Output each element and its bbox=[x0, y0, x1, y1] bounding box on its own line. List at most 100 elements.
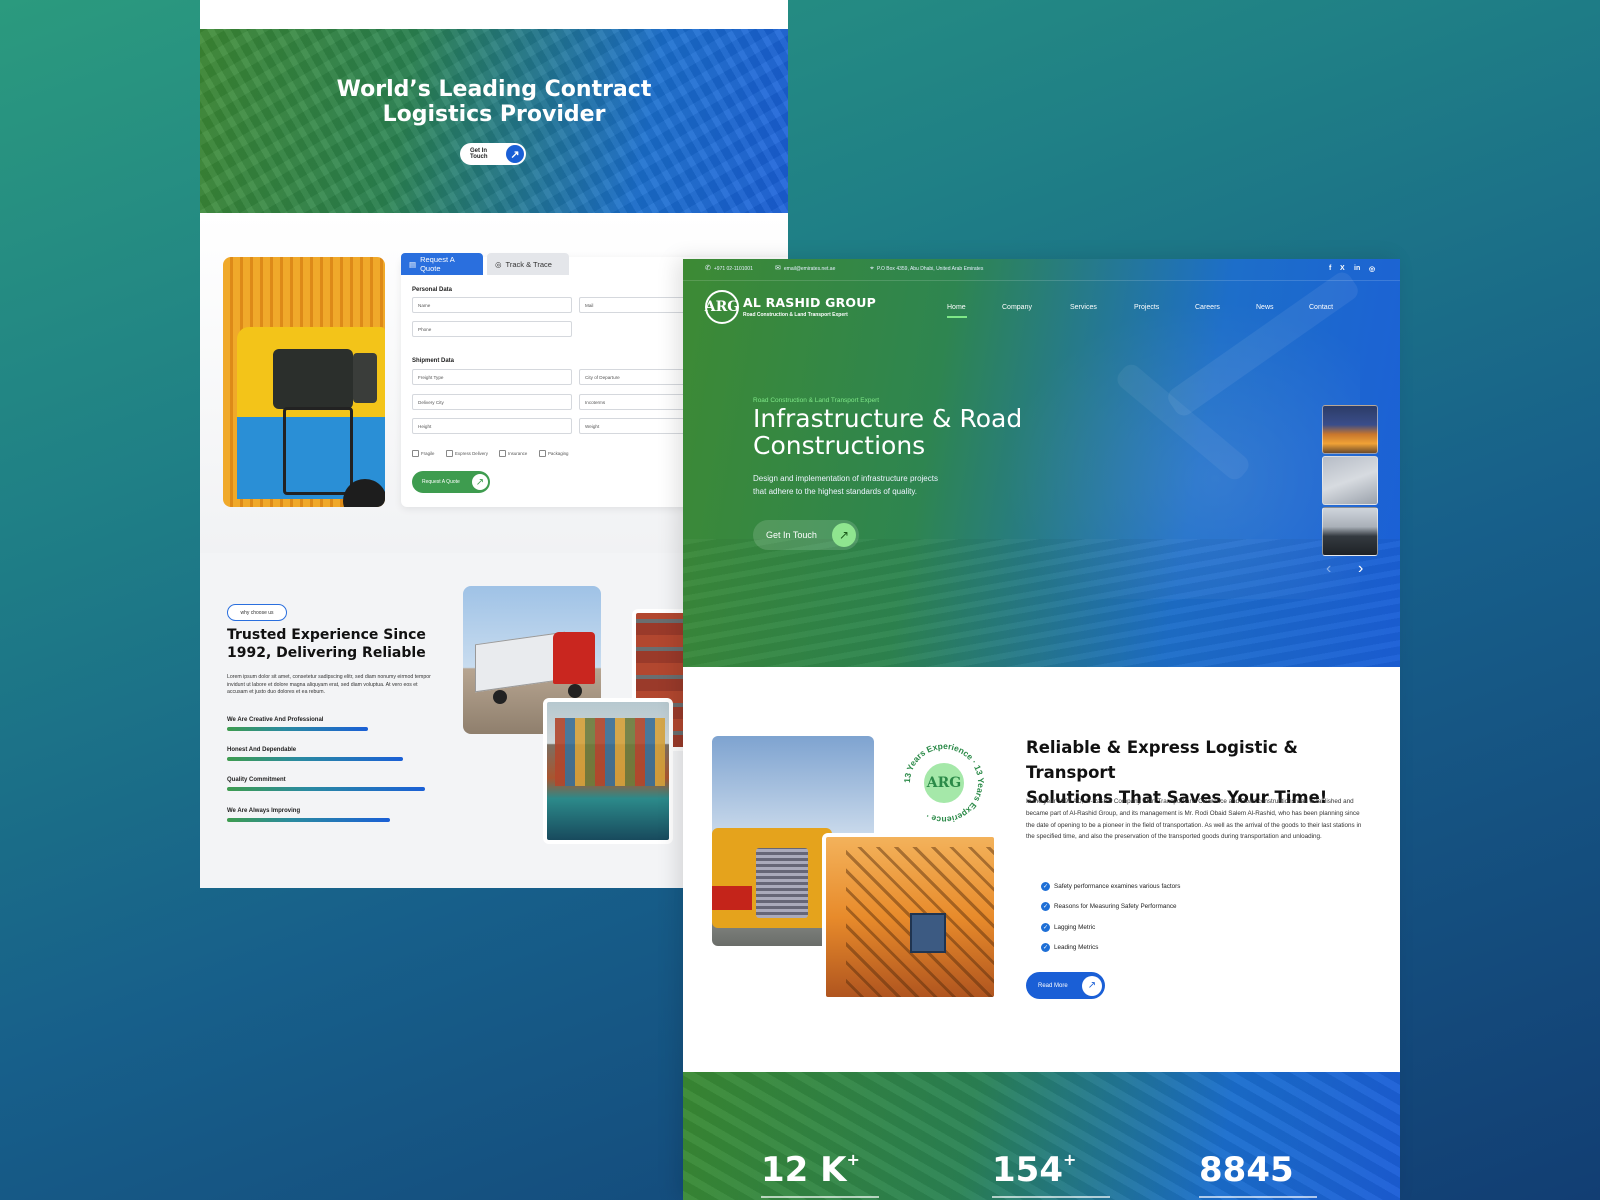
skill-progress-bar bbox=[227, 727, 368, 731]
stat-suffix: + bbox=[846, 1150, 860, 1169]
checklist-text: Safety performance examines various fact… bbox=[1054, 883, 1181, 890]
packaging-label: Packaging bbox=[548, 451, 569, 456]
yellow-truck-photo bbox=[223, 257, 385, 507]
linkedin-icon[interactable]: in bbox=[1354, 265, 1360, 272]
active-nav-indicator bbox=[947, 316, 967, 318]
get-in-touch-label: Get In Touch bbox=[766, 530, 817, 540]
nav-home[interactable]: Home bbox=[947, 304, 966, 311]
experience-badge: 13 Years Experience · 13 Years Experienc… bbox=[902, 741, 986, 825]
facebook-icon[interactable]: f bbox=[1329, 265, 1331, 272]
checkbox-icon bbox=[539, 450, 546, 457]
nav-contact[interactable]: Contact bbox=[1309, 304, 1333, 311]
tab-track-trace[interactable]: ◎ Track & Trace bbox=[487, 253, 569, 275]
height-field[interactable]: Height bbox=[412, 418, 572, 434]
skill-progress-bar bbox=[227, 787, 425, 791]
freight-type-field[interactable]: Freight Type bbox=[412, 369, 572, 385]
delivery-city-field[interactable]: Delivery City bbox=[412, 394, 572, 410]
why-choose-badge: why choose us bbox=[227, 604, 287, 621]
arrow-up-right-icon: ↗ bbox=[1082, 975, 1102, 996]
logo-tagline: Road Construction & Land Transport Exper… bbox=[743, 312, 848, 318]
instagram-icon[interactable]: ◎ bbox=[1369, 265, 1375, 273]
stat-divider bbox=[1199, 1196, 1317, 1198]
hero-subtitle: Road Construction & Land Transport Exper… bbox=[753, 397, 880, 404]
hero-title: Infrastructure & Road Constructions bbox=[753, 404, 1023, 460]
phone-text: +971 02-1101001 bbox=[713, 266, 753, 272]
slide-thumbnail-crane[interactable] bbox=[1322, 456, 1378, 505]
skill-progress-bar bbox=[227, 818, 390, 822]
read-more-button[interactable]: Read More ↗ bbox=[1026, 972, 1105, 999]
chevron-left-icon[interactable]: ‹ bbox=[1326, 560, 1331, 578]
target-icon: ◎ bbox=[495, 259, 502, 269]
email-text: email@emirates.net.ae bbox=[783, 266, 836, 272]
checklist-text: Lagging Metric bbox=[1054, 924, 1096, 931]
personal-data-heading: Personal Data bbox=[412, 287, 453, 293]
address-text: P.O Box 4359, Abu Dhabi, United Arab Emi… bbox=[876, 266, 984, 272]
checkbox-icon bbox=[412, 450, 419, 457]
hero-description: Design and implementation of infrastruct… bbox=[753, 474, 938, 496]
nav-company[interactable]: Company bbox=[1002, 304, 1032, 311]
why-choose-body: Lorem ipsum dolor sit amet, consetetur s… bbox=[227, 674, 431, 695]
checklist-item: ✓ Reasons for Measuring Safety Performan… bbox=[1041, 902, 1177, 911]
nav-projects[interactable]: Projects bbox=[1134, 304, 1159, 311]
fragile-label: Fragile bbox=[421, 451, 435, 456]
checklist-item: ✓ Leading Metrics bbox=[1041, 943, 1098, 952]
cargo-ship-photo bbox=[543, 698, 673, 844]
read-more-label: Read More bbox=[1038, 982, 1068, 989]
get-in-touch-button[interactable]: Get In Touch ↗ bbox=[753, 520, 859, 550]
arrow-up-right-icon: ↗ bbox=[832, 523, 856, 547]
front-page-preview: ✆ +971 02-1101001 ✉ email@emirates.net.a… bbox=[683, 259, 1400, 1200]
checkbox-icon bbox=[499, 450, 506, 457]
stat-suffix: + bbox=[1062, 1150, 1077, 1169]
checklist-item: ✓ Safety performance examines various fa… bbox=[1041, 882, 1180, 891]
phone-contact[interactable]: ✆ +971 02-1101001 bbox=[705, 265, 753, 272]
tab-request-quote-label: Request A Quote bbox=[420, 255, 455, 273]
front-hero-banner: ✆ +971 02-1101001 ✉ email@emirates.net.a… bbox=[683, 259, 1400, 667]
slide-thumbnail-excavator[interactable] bbox=[1322, 405, 1378, 454]
express-delivery-checkbox[interactable]: Express Delivery bbox=[446, 450, 488, 457]
tab-request-quote[interactable]: ▤ Request A Quote bbox=[401, 253, 483, 275]
name-field[interactable]: Name bbox=[412, 297, 572, 313]
checklist-item: ✓ Lagging Metric bbox=[1041, 923, 1095, 932]
phone-icon: ✆ bbox=[705, 265, 711, 272]
stat-divider bbox=[761, 1196, 879, 1198]
port-crane-photo bbox=[822, 833, 998, 1001]
logo-mark[interactable]: ARG bbox=[705, 290, 739, 324]
nav-services[interactable]: Services bbox=[1070, 304, 1097, 311]
insurance-checkbox[interactable]: Insurance bbox=[499, 450, 527, 457]
back-hero-title: World’s Leading Contract Logistics Provi… bbox=[336, 77, 652, 127]
checklist-text: Reasons for Measuring Safety Performance bbox=[1054, 903, 1177, 910]
stat-value: 12 K bbox=[761, 1150, 847, 1190]
fragile-checkbox[interactable]: Fragile bbox=[412, 450, 434, 457]
back-hero-banner: World’s Leading Contract Logistics Provi… bbox=[200, 29, 788, 213]
tab-track-trace-label: Track & Trace bbox=[505, 259, 552, 269]
shipment-data-heading: Shipment Data bbox=[412, 358, 455, 364]
chevron-right-icon[interactable]: › bbox=[1358, 560, 1363, 578]
skill-label: We Are Always Improving bbox=[227, 808, 301, 814]
why-choose-title: Trusted Experience Since 1992, Deliverin… bbox=[227, 627, 426, 661]
document-icon: ▤ bbox=[409, 259, 417, 269]
email-contact[interactable]: ✉ email@emirates.net.ae bbox=[775, 265, 836, 272]
arrow-up-right-icon: ↗ bbox=[506, 145, 524, 163]
phone-field[interactable]: Phone bbox=[412, 321, 572, 337]
packaging-checkbox[interactable]: Packaging bbox=[539, 450, 569, 457]
request-quote-button[interactable]: Request A Quote ↗ bbox=[412, 471, 490, 493]
skill-label: Honest And Dependable bbox=[227, 747, 297, 753]
skill-label: We Are Creative And Professional bbox=[227, 717, 324, 723]
stat-value: 8845 bbox=[1199, 1150, 1294, 1190]
back-get-in-touch-button[interactable]: Get In Touch ↗ bbox=[460, 143, 526, 165]
x-icon[interactable]: X bbox=[1340, 265, 1345, 272]
check-icon: ✓ bbox=[1041, 902, 1050, 911]
back-get-in-touch-label: Get In Touch bbox=[470, 148, 488, 160]
check-icon: ✓ bbox=[1041, 882, 1050, 891]
nav-news[interactable]: News bbox=[1256, 304, 1274, 311]
location-pin-icon: ⌖ bbox=[870, 265, 874, 272]
experience-badge-logo: ARG bbox=[922, 761, 966, 805]
logo-name[interactable]: AL RASHID GROUP bbox=[743, 295, 876, 310]
insurance-label: Insurance bbox=[508, 451, 528, 456]
arrow-up-right-icon: ↗ bbox=[472, 474, 488, 490]
slide-thumbnail-road[interactable] bbox=[1322, 507, 1378, 556]
nav-careers[interactable]: Careers bbox=[1195, 304, 1220, 311]
check-icon: ✓ bbox=[1041, 943, 1050, 952]
about-body: In the year 1991 AD, Al-Rashid Company S… bbox=[1026, 798, 1362, 841]
address-contact: ⌖ P.O Box 4359, Abu Dhabi, United Arab E… bbox=[870, 265, 984, 272]
